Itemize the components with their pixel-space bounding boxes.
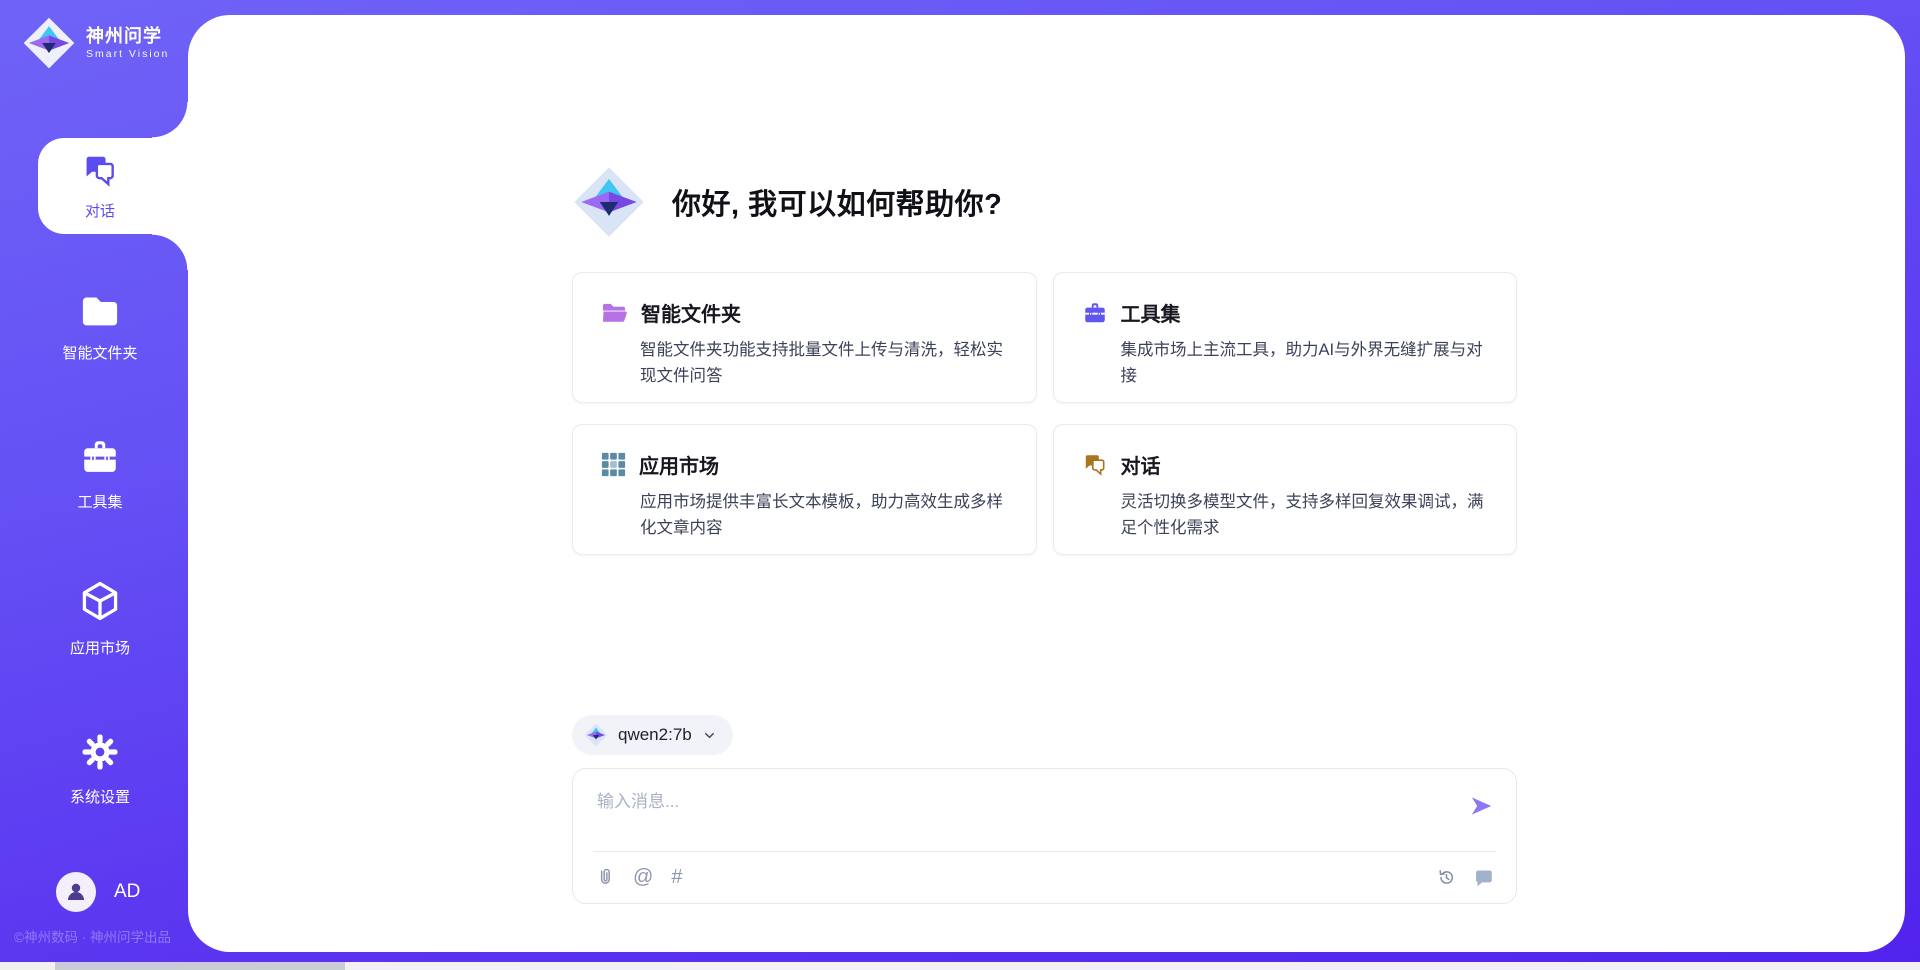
model-name: qwen2:7b <box>618 725 692 745</box>
sidebar-item-label: 对话 <box>38 200 162 221</box>
horizontal-scrollbar[interactable] <box>0 962 1920 970</box>
app-subtitle: Smart Vision <box>86 48 169 60</box>
cube-icon <box>78 578 122 624</box>
brand-diamond-icon <box>22 16 76 70</box>
message-composer: @ # <box>572 768 1517 904</box>
feature-cards: 智能文件夹 智能文件夹功能支持批量文件上传与清洗，轻松实现文件问答 工具集 集成… <box>572 272 1517 555</box>
greeting-logo-icon <box>572 165 646 239</box>
at-sign-icon[interactable]: @ <box>633 867 653 887</box>
chat-bubble-icon <box>1473 867 1494 888</box>
send-button[interactable] <box>1468 793 1494 819</box>
copyright-text: ©神州数码 · 神州问学出品 <box>14 926 214 946</box>
sidebar-item-chat[interactable]: 对话 <box>38 138 198 234</box>
chat-icon <box>1082 452 1108 478</box>
history-button[interactable] <box>1436 867 1457 888</box>
card-title: 工具集 <box>1121 298 1181 327</box>
card-title: 对话 <box>1121 450 1161 479</box>
composer-divider <box>593 851 1496 852</box>
model-selector[interactable]: qwen2:7b <box>572 715 733 755</box>
paperclip-icon <box>595 866 615 888</box>
card-app-market[interactable]: 应用市场 应用市场提供丰富长文本模板，助力高效生成多样化文章内容 <box>572 424 1037 555</box>
greeting-title: 你好, 我可以如何帮助你? <box>672 181 1002 223</box>
model-logo-icon <box>584 723 608 747</box>
attach-button[interactable] <box>595 866 615 888</box>
send-icon <box>1468 793 1494 819</box>
content-column: 你好, 我可以如何帮助你? 智能文件夹 智能文件夹功能支持批量文件上传与清洗，轻… <box>572 15 1517 904</box>
sidebar-item-settings[interactable]: 系统设置 <box>30 731 170 807</box>
card-title: 智能文件夹 <box>641 298 741 327</box>
user-profile[interactable]: AD <box>56 872 140 912</box>
apps-grid-icon <box>601 452 626 477</box>
card-description: 灵活切换多模型文件，支持多样回复效果调试，满足个性化需求 <box>1121 490 1489 541</box>
card-title: 应用市场 <box>639 450 719 479</box>
sidebar-item-label: 智能文件夹 <box>30 342 170 363</box>
gear-icon <box>79 731 121 773</box>
chevron-down-icon <box>702 728 717 743</box>
card-description: 应用市场提供丰富长文本模板，助力高效生成多样化文章内容 <box>640 490 1008 541</box>
chat-icon <box>81 152 119 190</box>
card-description: 智能文件夹功能支持批量文件上传与清洗，轻松实现文件问答 <box>640 338 1008 389</box>
card-toolset[interactable]: 工具集 集成市场上主流工具，助力AI与外界无缝扩展与对接 <box>1053 272 1518 403</box>
app-title: 神州问学 <box>86 26 169 47</box>
chat-bubble-button[interactable] <box>1473 867 1494 888</box>
card-smart-folder[interactable]: 智能文件夹 智能文件夹功能支持批量文件上传与清洗，轻松实现文件问答 <box>572 272 1037 403</box>
scrollbar-thumb[interactable] <box>55 962 345 970</box>
sidebar-item-label: 系统设置 <box>30 786 170 807</box>
message-input[interactable] <box>595 785 1428 843</box>
sidebar-item-toolset[interactable]: 工具集 <box>30 436 170 512</box>
folder-icon <box>79 293 121 329</box>
avatar <box>56 872 96 912</box>
history-icon <box>1436 867 1457 888</box>
briefcase-icon <box>1082 300 1108 326</box>
user-name: AD <box>114 881 140 903</box>
sidebar-item-label: 工具集 <box>30 491 170 512</box>
card-description: 集成市场上主流工具，助力AI与外界无缝扩展与对接 <box>1121 338 1489 389</box>
greeting-block: 你好, 我可以如何帮助你? <box>572 165 1517 239</box>
tab-curve-bottom <box>152 234 188 270</box>
app-logo: 神州问学 Smart Vision <box>22 16 169 70</box>
sidebar-item-app-market[interactable]: 应用市场 <box>30 578 170 658</box>
folder-open-icon <box>601 301 628 324</box>
person-icon <box>64 880 88 904</box>
tab-curve-top <box>152 102 188 138</box>
sidebar-item-smart-folder[interactable]: 智能文件夹 <box>30 293 170 363</box>
card-chat[interactable]: 对话 灵活切换多模型文件，支持多样回复效果调试，满足个性化需求 <box>1053 424 1518 555</box>
sidebar-item-label: 应用市场 <box>30 637 170 658</box>
briefcase-icon <box>79 436 121 478</box>
hash-icon[interactable]: # <box>671 867 682 887</box>
